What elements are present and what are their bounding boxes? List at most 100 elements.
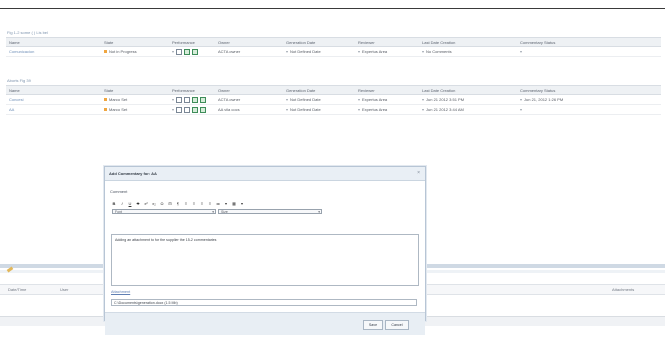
- state-label: Marco Set: [109, 97, 128, 102]
- edit-icon[interactable]: [184, 106, 191, 113]
- col-commentary-status[interactable]: Commentary Status: [517, 88, 661, 93]
- dropdown-arrow-icon[interactable]: ▾: [422, 49, 424, 54]
- close-icon[interactable]: ×: [417, 170, 420, 176]
- document-icon[interactable]: [176, 106, 183, 113]
- dropdown-arrow-icon[interactable]: ▾: [286, 97, 288, 102]
- table-row[interactable]: Comunicacion Not in Progress ▾ ACTA owne…: [6, 47, 661, 57]
- col-state[interactable]: State: [101, 88, 169, 93]
- dropdown-arrow-icon[interactable]: ▾: [286, 107, 288, 112]
- row-generation-date[interactable]: ▾ Not Defined Date: [283, 97, 355, 102]
- table-row[interactable]: Concesi Marco Set ▾ ACTA owner ▾ Not Defi…: [6, 95, 661, 105]
- italic-icon[interactable]: I: [120, 201, 124, 206]
- row-commentary[interactable]: ▾ Jun 21, 2012 1:26 PM: [517, 97, 661, 102]
- row-commentary[interactable]: ▾: [517, 49, 661, 54]
- col-name[interactable]: Name: [6, 40, 101, 45]
- underline-icon[interactable]: U: [128, 201, 132, 206]
- save-icon[interactable]: [192, 48, 199, 55]
- row-commentary[interactable]: ▾: [517, 107, 661, 112]
- col-name[interactable]: Name: [6, 88, 101, 93]
- save-button[interactable]: Save: [363, 320, 383, 330]
- edit-icon[interactable]: [184, 96, 191, 103]
- align-left-icon[interactable]: ≡: [184, 201, 188, 206]
- col-state[interactable]: State: [101, 40, 169, 45]
- col-user[interactable]: User: [60, 287, 68, 292]
- col-attachments[interactable]: Attachments: [612, 287, 634, 292]
- col-owner[interactable]: Owner: [215, 88, 283, 93]
- chevron-down-icon[interactable]: ▾: [240, 201, 244, 206]
- align-center-icon[interactable]: ≡: [192, 201, 196, 206]
- row-last-date[interactable]: ▾ No Comments: [419, 49, 517, 54]
- font-select[interactable]: Font ▾: [112, 209, 216, 214]
- col-reviewer[interactable]: Reviewer: [355, 88, 419, 93]
- dropdown-arrow-icon[interactable]: ▾: [172, 97, 174, 102]
- document-icon[interactable]: [176, 48, 183, 55]
- grid-header: Name State Performance Owner Generation …: [6, 85, 661, 95]
- dialog-footer: Save Cancel: [105, 312, 425, 335]
- bold-icon[interactable]: B: [112, 201, 116, 206]
- dropdown-arrow-icon[interactable]: ▾: [172, 49, 174, 54]
- subscript-icon[interactable]: x₂: [152, 201, 156, 206]
- dropdown-arrow-icon[interactable]: ▾: [358, 49, 360, 54]
- align-right-icon[interactable]: ≡: [200, 201, 204, 206]
- col-performance[interactable]: Performance: [169, 88, 215, 93]
- row-name-link[interactable]: Comunicacion: [6, 49, 101, 54]
- row-generation-date[interactable]: ▾ Not Defined Date: [283, 107, 355, 112]
- row-generation-date[interactable]: ▾ Not Defined Date: [283, 49, 355, 54]
- cancel-button[interactable]: Cancel: [385, 320, 409, 330]
- row-state[interactable]: Marco Set: [101, 107, 169, 112]
- col-generation-date[interactable]: Generation Date: [283, 88, 355, 93]
- col-performance[interactable]: Performance: [169, 40, 215, 45]
- row-reviewer[interactable]: ▾ Expertus Area: [355, 107, 419, 112]
- row-last-date[interactable]: ▾ Jun 21 2012 3:44 AM: [419, 107, 517, 112]
- row-name-link[interactable]: AA: [6, 107, 101, 112]
- col-date-time[interactable]: Date/Time: [8, 287, 26, 292]
- settings-icon[interactable]: [192, 96, 199, 103]
- save-icon[interactable]: [200, 106, 207, 113]
- col-owner[interactable]: Owner: [215, 40, 283, 45]
- row-last-date[interactable]: ▾ Jun 21 2012 3:51 PM: [419, 97, 517, 102]
- row-reviewer[interactable]: ▾ Expertus Area: [355, 49, 419, 54]
- reviewer-value: Expertus Area: [362, 49, 388, 54]
- top-divider: [0, 0, 665, 9]
- col-last-date[interactable]: Last Date Creation: [419, 88, 517, 93]
- paragraph-icon[interactable]: ¶: [176, 201, 180, 206]
- dropdown-arrow-icon[interactable]: ▾: [422, 97, 424, 102]
- col-generation-date[interactable]: Generation Date: [283, 40, 355, 45]
- dropdown-arrow-icon[interactable]: ▾: [358, 107, 360, 112]
- col-reviewer[interactable]: Reviewer: [355, 40, 419, 45]
- save-icon[interactable]: [200, 96, 207, 103]
- dropdown-arrow-icon[interactable]: ▾: [286, 49, 288, 54]
- dropdown-arrow-icon[interactable]: ▾: [520, 107, 522, 112]
- dropdown-arrow-icon[interactable]: ▾: [172, 107, 174, 112]
- col-commentary-status[interactable]: Commentary Status: [517, 40, 661, 45]
- row-state[interactable]: Not in Progress: [101, 49, 169, 54]
- comment-editor[interactable]: Adding an attachment to for the supplier…: [111, 234, 419, 286]
- dropdown-arrow-icon[interactable]: ▾: [422, 107, 424, 112]
- row-name-link[interactable]: Concesi: [6, 97, 101, 102]
- row-reviewer[interactable]: ▾ Expertus Area: [355, 97, 419, 102]
- document-icon[interactable]: [176, 96, 183, 103]
- dropdown-arrow-icon[interactable]: ▾: [520, 97, 522, 102]
- size-select[interactable]: Size ▾: [218, 209, 322, 214]
- chevron-down-icon[interactable]: ▾: [224, 201, 228, 206]
- attachment-link[interactable]: Attachment: [111, 290, 130, 294]
- settings-icon[interactable]: [184, 48, 191, 55]
- row-state[interactable]: Marco Set: [101, 97, 169, 102]
- table-row[interactable]: AA Marco Set ▾ AA vila cocs ▾ Not Defined…: [6, 105, 661, 115]
- settings-icon[interactable]: [192, 106, 199, 113]
- col-last-date[interactable]: Last Date Creation: [419, 40, 517, 45]
- color-icon[interactable]: ▦: [232, 201, 236, 206]
- chevron-down-icon: ▾: [212, 210, 214, 214]
- strikethrough-icon[interactable]: S: [136, 201, 140, 206]
- font-select-value: Font: [115, 210, 123, 214]
- list-icon[interactable]: ≔: [216, 201, 220, 206]
- justify-icon[interactable]: ≡: [208, 201, 212, 206]
- table-icon[interactable]: ⊟: [168, 201, 172, 206]
- section-title-1: Fig 1-2 some ( ) Lis bel: [7, 30, 48, 35]
- dropdown-arrow-icon[interactable]: ▾: [358, 97, 360, 102]
- superscript-icon[interactable]: x²: [144, 201, 148, 206]
- chevron-down-icon: ▾: [318, 210, 320, 214]
- attachment-field[interactable]: C:\Documents\generation.docx (1.5 Mb): [111, 299, 417, 306]
- special-char-icon[interactable]: Ω: [160, 201, 164, 206]
- dropdown-arrow-icon[interactable]: ▾: [520, 49, 522, 54]
